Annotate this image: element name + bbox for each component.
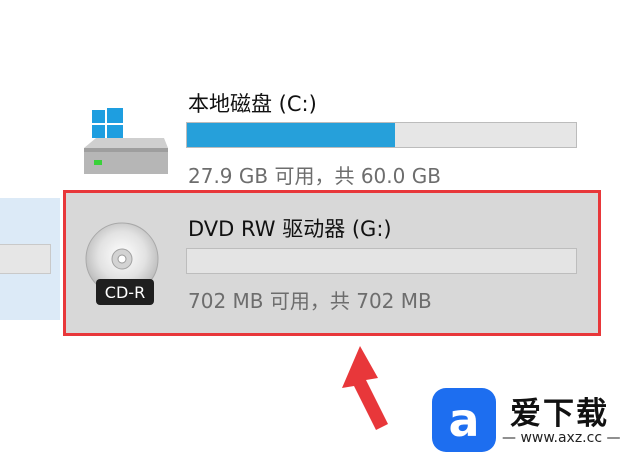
drive-g-name: DVD RW 驱动器 (G:) (188, 217, 392, 241)
drive-g-space: 702 MB 可用，共 702 MB (188, 289, 432, 313)
drive-c-usage-bar (186, 122, 577, 148)
drive-c-name: 本地磁盘 (C:) (188, 92, 317, 116)
drive-g-usage-bar (186, 248, 577, 274)
navigation-pane-edge (0, 198, 60, 320)
watermark-title: 爱下载 (510, 396, 609, 432)
watermark: a 爱下载 — www.axz.cc — (432, 384, 638, 454)
watermark-logo-glyph: a (448, 393, 479, 447)
windows-hard-drive-icon (84, 108, 168, 174)
disc-label: CD-R (105, 283, 145, 302)
navigation-item-partial[interactable] (0, 244, 51, 274)
drive-c-space: 27.9 GB 可用，共 60.0 GB (188, 164, 441, 188)
watermark-logo-icon: a (432, 388, 496, 452)
cd-r-disc-icon: CD-R (85, 222, 159, 305)
drive-g-tile[interactable]: CD-R DVD RW 驱动器 (G:) 702 MB 可用，共 702 MB (63, 190, 601, 336)
red-arrow-icon (342, 346, 388, 430)
watermark-url: — www.axz.cc — (502, 430, 621, 446)
drive-c-usage-fill (187, 123, 396, 147)
drive-c-tile[interactable]: 本地磁盘 (C:) 27.9 GB 可用，共 60.0 GB (74, 80, 594, 190)
